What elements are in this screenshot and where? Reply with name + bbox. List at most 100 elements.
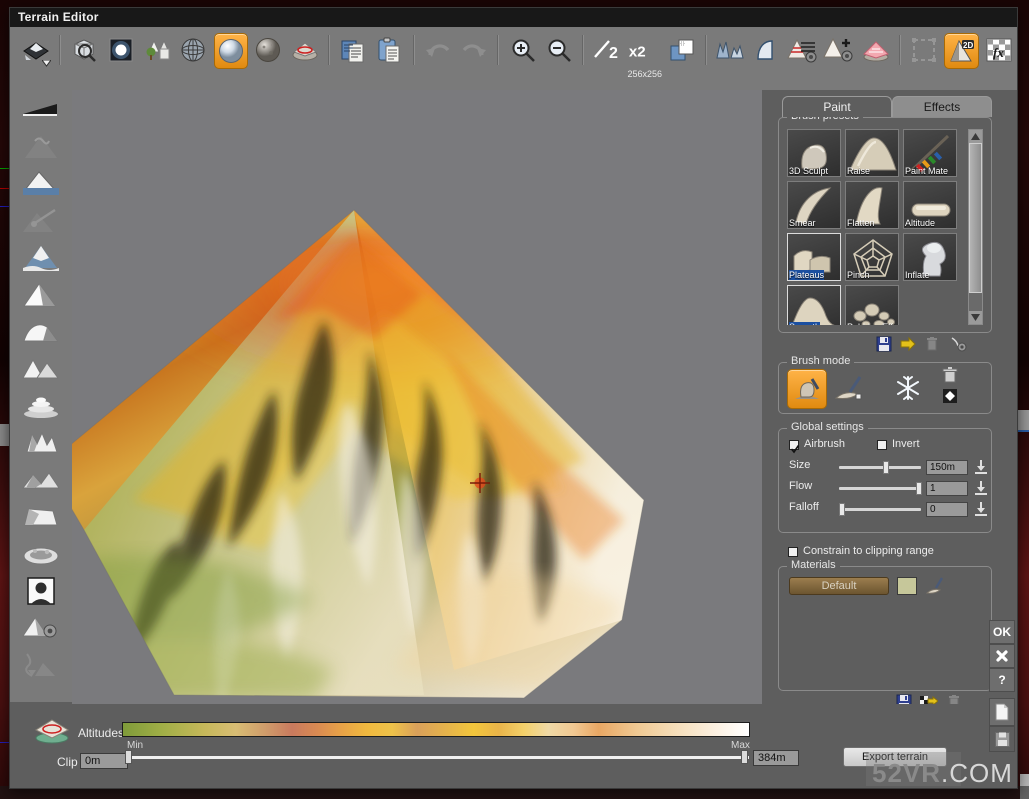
curve-icon[interactable] [750,33,782,67]
scrollbar-thumb[interactable] [969,143,982,293]
globe-wireframe-icon[interactable] [177,33,209,67]
delete-preset-icon[interactable] [924,336,940,352]
flow-value-field[interactable]: 1 [926,481,968,496]
paint-mode-button[interactable] [829,369,867,407]
new-document-button[interactable] [989,698,1015,726]
fill-mask-button[interactable] [931,387,969,405]
terrain-add-icon[interactable] [823,33,855,67]
preset-altitude[interactable]: Altitude [903,181,957,229]
save-document-button[interactable] [989,726,1015,752]
preset-raise[interactable]: Raise [845,129,899,177]
terrain-3d-viewport[interactable] [72,90,762,706]
copy-icon[interactable] [337,33,369,67]
preset-plateaus[interactable]: Plateaus [787,233,841,281]
water-level-tool[interactable] [19,167,63,201]
flow-slider-thumb[interactable] [916,482,922,495]
save-preset-icon[interactable] [876,336,892,352]
scroll-up-icon[interactable] [969,130,982,143]
preset-3d-sculpt[interactable]: 3D Sculpt [787,129,841,177]
preset-inflate[interactable]: Inflate [903,233,957,281]
scroll-down-icon[interactable] [969,311,982,324]
paint-terrain-tool[interactable] [19,204,63,238]
zoom-box-icon[interactable] [68,33,100,67]
clip-range-slider-track[interactable] [125,756,749,759]
mountain-tool[interactable] [19,278,63,312]
size-value-field[interactable]: 150m [926,460,968,475]
clip-min-thumb[interactable] [125,750,132,764]
presets-scrollbar[interactable] [968,129,983,325]
peak-tool[interactable] [19,241,63,275]
flow-erosion-tool[interactable] [19,648,63,682]
falloff-value-field[interactable]: 0 [926,502,968,517]
gradient-ramp-tool[interactable] [19,93,63,127]
material-brush-icon[interactable] [925,576,945,601]
airbrush-checkbox[interactable] [789,440,800,454]
zoom-in-icon[interactable] [506,33,538,67]
terrain-pink-icon[interactable] [859,33,891,67]
zoom-out-icon[interactable] [543,33,575,67]
ok-button[interactable]: OK [989,620,1015,644]
tab-paint[interactable]: Paint [782,96,892,117]
multiply-two-icon[interactable]: x2 256x256 [627,33,662,79]
paste-icon[interactable] [373,33,405,67]
size-slider-thumb[interactable] [883,461,889,474]
preset-flatten[interactable]: Flatten [845,181,899,229]
ridge-tool[interactable] [19,315,63,349]
flow-slider-track[interactable] [839,487,921,490]
constrain-checkbox[interactable] [788,547,798,557]
terrain-settings-icon[interactable] [787,33,819,67]
tab-effects[interactable]: Effects [892,96,992,117]
twin-peaks-tool[interactable] [19,352,63,386]
size-reset-icon[interactable] [974,459,988,479]
undo-icon[interactable] [422,33,454,67]
terrain-overlay-icon[interactable] [288,33,320,67]
sphere-shaded-icon[interactable] [213,33,249,69]
max-value-field[interactable]: 384m [753,750,799,766]
preset-pebbles-effect[interactable]: Pebbles Eff [845,285,899,325]
cancel-button[interactable] [989,644,1015,668]
terrain-plane-icon[interactable] [20,33,52,67]
preset-smooth[interactable]: Smooth [787,285,841,325]
histogram-icon[interactable] [714,33,746,67]
flow-reset-icon[interactable] [974,480,988,500]
panel-tab-row: Paint Effects [782,96,992,117]
size-slider-track[interactable] [839,466,921,469]
plateau-stack-tool[interactable] [19,389,63,423]
light-square-icon[interactable] [104,33,136,67]
jagged-range-tool[interactable] [19,426,63,460]
clip-value-field[interactable]: 0m [80,753,128,769]
view-2d-icon[interactable]: 2D [944,33,979,69]
clip-max-thumb[interactable] [741,750,748,764]
sphere-rock-icon[interactable] [252,33,284,67]
preset-smear[interactable]: Smear [787,181,841,229]
cliff-tool[interactable] [19,500,63,534]
preset-settings-icon[interactable] [950,336,967,352]
brush-presets-scroll-area[interactable]: 3D Sculpt Raise Paint Mate Smear Flatten [787,129,959,325]
invert-checkbox[interactable] [877,440,887,450]
redo-icon[interactable] [458,33,490,67]
altitudes-icon [32,718,72,749]
portrait-heightmap-tool[interactable] [19,574,63,608]
preset-paint-material[interactable]: Paint Mate [903,129,957,177]
help-button[interactable]: ? [989,668,1015,692]
effects-fx-icon[interactable]: fx [983,33,1015,67]
material-default-button[interactable]: Default [789,577,889,595]
terrain-gear-tool[interactable] [19,611,63,645]
falloff-reset-icon[interactable] [974,501,988,521]
altitude-gradient-bar[interactable] [122,722,750,737]
crater-tool[interactable] [19,537,63,571]
material-color-swatch[interactable] [897,577,917,595]
preset-pinch[interactable]: Pinch [845,233,899,281]
divide-two-icon[interactable]: 2 [591,33,623,67]
erosion-tool[interactable] [19,130,63,164]
freeze-mode-button[interactable] [889,369,927,407]
falloff-slider-track[interactable] [839,508,921,511]
vegetation-icon[interactable] [141,33,173,67]
rolling-hills-tool[interactable] [19,463,63,497]
sculpt-mode-button[interactable] [787,369,827,409]
falloff-slider-thumb[interactable] [839,503,845,516]
apply-preset-icon[interactable] [900,336,916,352]
clear-mask-button[interactable] [931,365,969,385]
resize-canvas-icon[interactable] [665,33,697,67]
selection-marquee-icon[interactable] [908,33,940,67]
